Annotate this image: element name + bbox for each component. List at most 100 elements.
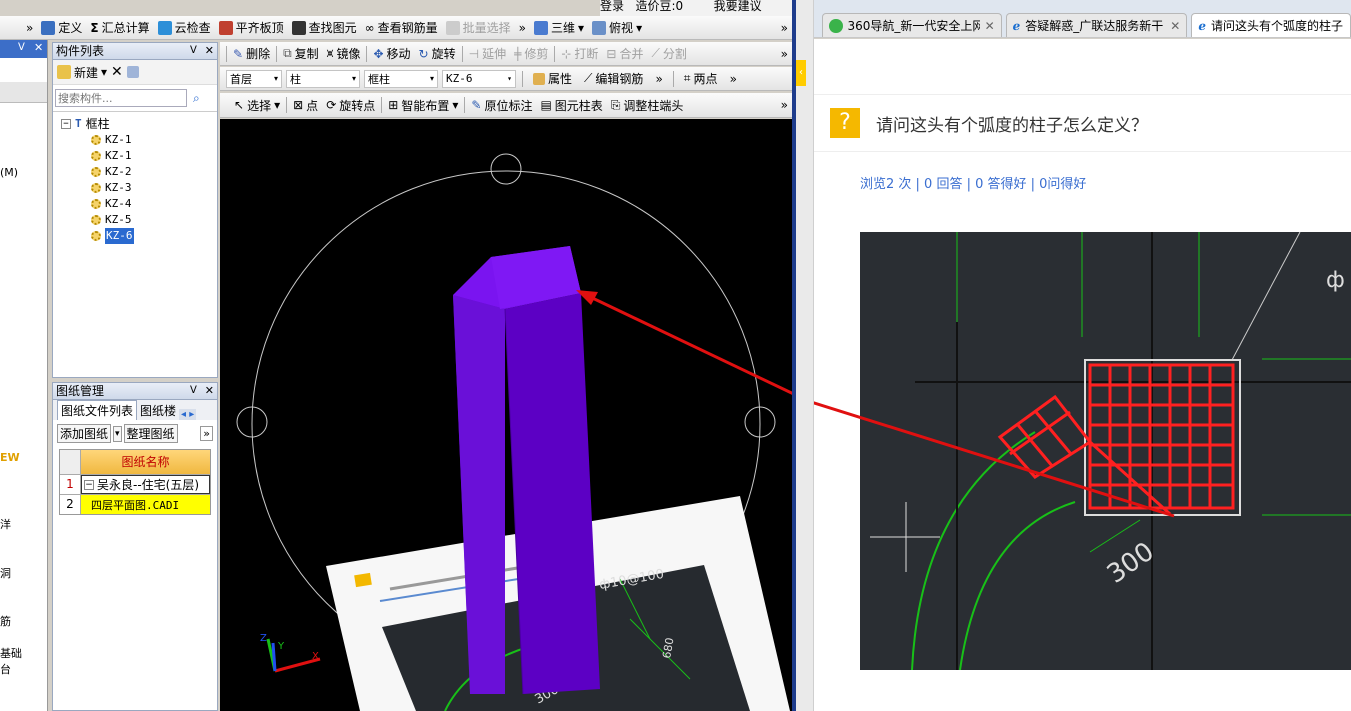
tree-item-selected[interactable]: KZ-6 [61, 228, 217, 244]
copy-icon[interactable] [126, 66, 139, 78]
mirror-button[interactable]: ⩙ 镜像 [323, 44, 365, 64]
left-strip-label[interactable]: (M) [0, 166, 18, 179]
in-place-label-button[interactable]: ✎ 原位标注 [467, 95, 536, 115]
tree-item[interactable]: KZ-5 [61, 212, 217, 228]
cloud-check-icon [157, 20, 172, 35]
merge-button[interactable]: ⊟ 合并 [602, 44, 647, 64]
close-icon[interactable]: ✕ [34, 41, 43, 54]
delete-icon[interactable]: ✕ [111, 64, 123, 80]
viewport-canvas[interactable]: ф10@100 680 300 X Z Y [220, 119, 792, 711]
browser-tab[interactable]: ℯ 答疑解惑_广联达服务新干 ✕ [1005, 13, 1188, 37]
close-icon[interactable]: ✕ [205, 43, 217, 59]
overflow-icon[interactable]: » [777, 95, 792, 115]
trim-button[interactable]: ╪ 修剪 [510, 44, 552, 64]
collapse-icon[interactable]: − [61, 119, 71, 129]
tree-item[interactable]: KZ-4 [61, 196, 217, 212]
edit-rebar-button[interactable]: ⟋ 编辑钢筋 [580, 69, 647, 89]
select-button[interactable]: ↖ 选择 ▾ [230, 95, 284, 115]
column-header[interactable]: 图纸名称 [81, 450, 210, 474]
pin-icon[interactable]: ⴸ [190, 383, 205, 399]
type-select[interactable]: 柱 ▾ [286, 69, 360, 88]
browser-tab[interactable]: 360导航_新一代安全上网 ✕ [822, 13, 1002, 37]
edit-toolbar: ✎ 删除 ⧉ 复制 ⩙ 镜像 ✥ 移动 ↻ 旋转 ⊣ 延伸 ╪ 修剪 ⊹ 打断 ⊟ 合并 ⟋ 分割 … [220, 42, 792, 66]
overflow-icon[interactable]: » [515, 18, 530, 38]
subtype-select[interactable]: 框柱 ▾ [364, 69, 438, 88]
table-row[interactable]: 1 − 吴永良--住宅(五层) [60, 474, 210, 494]
summary-calc-button[interactable]: Σ 汇总计算 [86, 18, 153, 38]
delete-button[interactable]: ✎ 删除 [229, 44, 274, 64]
table-row[interactable]: 2 四层平面图.CADI [60, 494, 210, 514]
add-drawing-button[interactable]: 添加图纸 [57, 424, 112, 443]
column-table-button[interactable]: ▤ 图元柱表 [536, 95, 606, 115]
3d-view-dropdown[interactable]: 三维 ▾ [530, 18, 588, 38]
top-right-status[interactable]: 登录 造价豆:0 我要建议 [600, 0, 792, 16]
close-icon[interactable]: ✕ [205, 383, 217, 399]
point-button[interactable]: ⊠ 点 [289, 95, 322, 115]
left-strip-label[interactable]: 洞 [0, 565, 11, 581]
rotate-button[interactable]: ↻ 旋转 [415, 44, 460, 64]
move-icon: ✥ [373, 46, 384, 61]
split-button[interactable]: ⟋ 分割 [648, 44, 691, 64]
two-points-button[interactable]: ⌗ 两点 [680, 69, 722, 89]
close-icon[interactable]: ✕ [985, 19, 995, 33]
component-select[interactable]: KZ-6 ▾ [442, 69, 516, 88]
define-button[interactable]: 定义 [37, 18, 86, 38]
view-rebar-button[interactable]: ∞ 查看钢筋量 [361, 18, 442, 38]
tab-drawing-files[interactable]: 图纸文件列表 [57, 400, 138, 420]
tree-item[interactable]: KZ-1 [61, 132, 217, 148]
collapse-icon[interactable]: − [84, 479, 94, 490]
floor-select[interactable]: 首层 ▾ [226, 69, 282, 88]
browser-tab-active[interactable]: ℯ 请问这头有个弧度的柱子 [1191, 13, 1351, 37]
left-strip-label[interactable]: 基础 [0, 645, 22, 661]
rotate-point-button[interactable]: ⟳ 旋转点 [322, 95, 379, 115]
tree-item[interactable]: KZ-3 [61, 180, 217, 196]
align-slab-top-button[interactable]: 平齐板顶 [215, 18, 288, 38]
properties-button[interactable]: 属性 [529, 69, 576, 89]
adjust-column-end-button[interactable]: ⎘ 调整柱端头 [607, 95, 688, 115]
svg-text:Y: Y [277, 641, 285, 652]
arrange-drawing-button[interactable]: 整理图纸 [123, 424, 178, 443]
pin-icon[interactable]: ⴸ [18, 42, 25, 53]
axis-gizmo-icon: X Z Y [260, 633, 321, 673]
overflow-left-icon[interactable]: » [22, 18, 37, 38]
find-element-button[interactable]: 查找图元 [288, 18, 361, 38]
collapse-arrow-icon[interactable]: ‹ [796, 60, 806, 86]
add-drawing-dropdown[interactable]: ▾ [113, 425, 122, 442]
close-icon[interactable]: ✕ [1170, 19, 1180, 33]
left-strip-label[interactable]: 洋 [0, 516, 11, 532]
extend-button[interactable]: ⊣ 延伸 [465, 44, 510, 64]
top-view-dropdown[interactable]: 俯视 ▾ [588, 18, 646, 38]
orbit-handle-top[interactable] [490, 153, 522, 185]
tree-item[interactable]: KZ-2 [61, 164, 217, 180]
cloud-check-button[interactable]: 云检查 [154, 18, 215, 38]
overflow-icon[interactable]: » [777, 44, 792, 64]
pin-icon[interactable]: ⴸ [190, 43, 205, 59]
tree-item[interactable]: KZ-1 [61, 148, 217, 164]
question-image[interactable]: 300 ф [860, 232, 1351, 670]
table-icon: ▤ [540, 98, 552, 112]
copy-button[interactable]: ⧉ 复制 [279, 44, 323, 64]
overflow-right-icon[interactable]: » [777, 18, 792, 38]
break-button[interactable]: ⊹ 打断 [557, 44, 602, 64]
column-kz6-3d[interactable] [453, 246, 600, 695]
overflow-icon[interactable]: » [651, 69, 666, 89]
batch-select-button[interactable]: 批量选择 [442, 18, 515, 38]
tab-scroll-icon[interactable]: ◂ ▸ [179, 409, 197, 420]
question-title: 请问这头有个弧度的柱子怎么定义？ [876, 115, 1148, 136]
tree-category[interactable]: − T 框柱 [61, 116, 217, 132]
left-strip-label[interactable]: 台 [0, 661, 11, 677]
left-strip-label[interactable]: 筋 [0, 613, 11, 629]
smart-layout-button[interactable]: ⊞ 智能布置 ▾ [384, 95, 462, 115]
tab-drawing-floors[interactable]: 图纸楼 [137, 401, 179, 420]
new-component-button[interactable]: 新建 ▾ [57, 62, 107, 82]
left-strip-label[interactable]: EW [0, 451, 20, 464]
3d-viewport[interactable]: ф10@100 680 300 X Z Y [220, 119, 792, 711]
question-stats[interactable]: 浏览2 次 | 0 回答 | 0 答得好 | 0问得好 [860, 173, 1086, 192]
divider-handle[interactable]: ‹ [796, 0, 814, 711]
search-input[interactable] [55, 89, 187, 107]
overflow-icon[interactable]: » [726, 69, 741, 89]
properties-icon [533, 72, 545, 85]
overflow-icon[interactable]: » [200, 426, 213, 441]
move-button[interactable]: ✥ 移动 [369, 44, 414, 64]
search-icon[interactable]: ⌕ [193, 91, 200, 106]
